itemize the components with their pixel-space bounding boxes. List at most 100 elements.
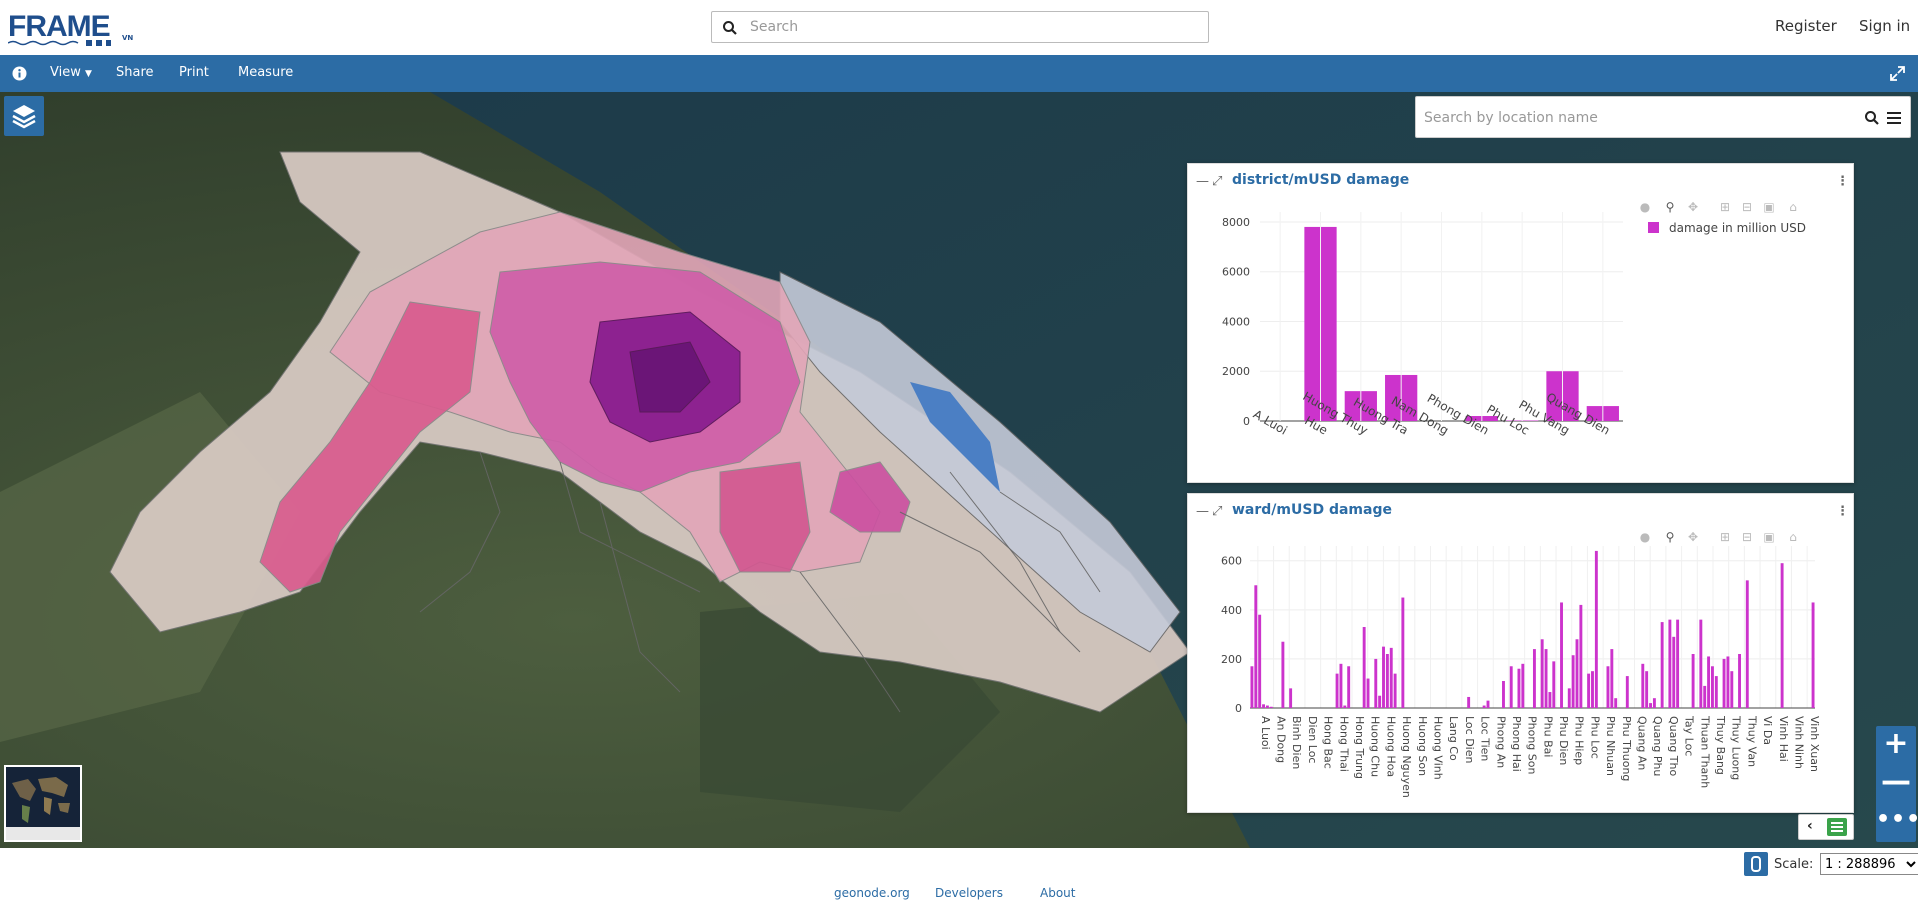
info-icon[interactable]	[12, 66, 27, 81]
bar[interactable]	[1625, 676, 1629, 708]
footer-link-developers[interactable]: Developers	[935, 886, 1003, 900]
nav-print[interactable]: Print	[179, 65, 209, 80]
main-search-box[interactable]	[711, 11, 1209, 43]
bar[interactable]	[1289, 688, 1293, 708]
bar[interactable]	[1552, 661, 1556, 708]
bar[interactable]	[1250, 666, 1254, 708]
widget-toggle[interactable]: ‹	[1798, 814, 1854, 840]
frame-logo[interactable]: FRAME VN	[8, 10, 136, 46]
bar[interactable]	[1587, 673, 1591, 708]
bar[interactable]	[1614, 698, 1618, 708]
location-search-input[interactable]	[1424, 107, 1844, 129]
bar[interactable]	[1745, 580, 1749, 708]
nav-view[interactable]: View ▼	[50, 65, 92, 80]
bar[interactable]	[1811, 602, 1815, 708]
bar[interactable]	[1509, 666, 1513, 708]
bar[interactable]	[1258, 614, 1262, 708]
bar[interactable]	[1335, 673, 1339, 708]
bar[interactable]	[1714, 676, 1718, 708]
bar[interactable]	[1707, 656, 1711, 708]
zoom-in-button[interactable]: +	[1876, 726, 1916, 764]
district-bar-chart[interactable]: 02000400060008000A Luoi HueHuong ThuyHuon…	[1188, 164, 1855, 484]
bar[interactable]	[1532, 649, 1536, 708]
sign-in-link[interactable]: Sign in	[1859, 17, 1910, 35]
bar[interactable]	[1401, 597, 1405, 708]
register-link[interactable]: Register	[1775, 17, 1837, 35]
legend-swatch[interactable]	[1648, 222, 1659, 233]
bar[interactable]	[1517, 668, 1521, 708]
bar[interactable]	[1594, 550, 1598, 708]
fullscreen-icon[interactable]	[1890, 66, 1905, 81]
bar[interactable]	[1722, 658, 1726, 708]
bar[interactable]	[1389, 647, 1393, 708]
bar[interactable]	[1591, 671, 1594, 708]
bar[interactable]	[1652, 698, 1656, 708]
bar[interactable]	[1699, 619, 1703, 708]
bar[interactable]	[1385, 654, 1389, 708]
legend-label[interactable]: damage in million USD	[1669, 221, 1806, 235]
bar[interactable]	[1641, 663, 1645, 708]
bar[interactable]	[1374, 658, 1378, 708]
bar[interactable]	[1521, 663, 1525, 708]
search-icon[interactable]	[1864, 110, 1880, 126]
scale-select[interactable]: 1 : 288896	[1820, 853, 1918, 875]
map-canvas[interactable]: — ⤢ district/mUSD damage ⋮ ● ⚲ ✥ ⊞ ⊟ ▣ ⌂…	[0, 92, 1918, 848]
layers-button[interactable]	[4, 96, 44, 136]
bar[interactable]	[1672, 636, 1676, 708]
bar[interactable]	[1738, 654, 1741, 708]
bar[interactable]	[1703, 685, 1707, 708]
bar[interactable]	[1366, 678, 1370, 708]
bar[interactable]	[1649, 703, 1652, 708]
footer-link-geonode[interactable]: geonode.org	[834, 886, 910, 900]
more-tools-button[interactable]: •••	[1876, 802, 1918, 840]
bar[interactable]	[1560, 602, 1563, 708]
bar[interactable]	[1567, 688, 1571, 708]
bar[interactable]	[1382, 646, 1385, 708]
bar[interactable]	[1254, 585, 1258, 708]
bar[interactable]	[1343, 705, 1347, 708]
bar[interactable]	[1645, 671, 1649, 708]
bar[interactable]	[1544, 649, 1548, 708]
bar[interactable]	[1467, 696, 1471, 708]
bar[interactable]	[1362, 627, 1366, 708]
overview-minimap[interactable]	[4, 765, 82, 842]
bar[interactable]	[1606, 666, 1610, 708]
bar[interactable]	[1579, 604, 1583, 708]
bar[interactable]	[1730, 671, 1734, 708]
bar[interactable]	[1347, 666, 1351, 708]
bar[interactable]	[1502, 681, 1505, 708]
bar[interactable]	[1281, 641, 1285, 708]
nav-measure[interactable]: Measure	[238, 65, 293, 80]
location-search-box[interactable]	[1415, 96, 1911, 138]
menu-icon[interactable]	[1886, 110, 1902, 126]
bar[interactable]	[1710, 666, 1714, 708]
search-icon[interactable]	[722, 20, 738, 36]
bar[interactable]	[1548, 692, 1552, 708]
bar[interactable]	[1393, 673, 1397, 708]
scale-settings-icon[interactable]	[1744, 852, 1768, 876]
bar[interactable]	[1269, 706, 1273, 708]
bar[interactable]	[1726, 656, 1730, 708]
chevron-left-icon[interactable]: ‹	[1807, 818, 1813, 834]
bar[interactable]	[1676, 619, 1680, 708]
main-search-input[interactable]	[750, 16, 1200, 38]
nav-share[interactable]: Share	[116, 65, 154, 80]
bar[interactable]	[1262, 704, 1265, 708]
bar[interactable]	[1691, 654, 1695, 708]
table-list-icon[interactable]	[1827, 818, 1847, 836]
ward-bar-chart[interactable]: 0 200 400 600 A Luoi An Dong Binh Dien Dien Loc…	[1188, 494, 1855, 814]
bar[interactable]	[1610, 649, 1614, 708]
bar[interactable]	[1339, 663, 1343, 708]
bar[interactable]	[1540, 639, 1544, 708]
bar[interactable]	[1575, 639, 1579, 708]
footer-link-about[interactable]: About	[1040, 886, 1075, 900]
bar[interactable]	[1668, 619, 1672, 708]
zoom-out-button[interactable]: —	[1876, 764, 1916, 802]
bar[interactable]	[1571, 655, 1575, 708]
bar[interactable]	[1265, 705, 1269, 708]
bar[interactable]	[1378, 695, 1382, 708]
bar[interactable]	[1486, 700, 1490, 708]
bar[interactable]	[1660, 622, 1664, 708]
bar[interactable]	[1482, 705, 1486, 708]
bar[interactable]	[1780, 563, 1784, 708]
